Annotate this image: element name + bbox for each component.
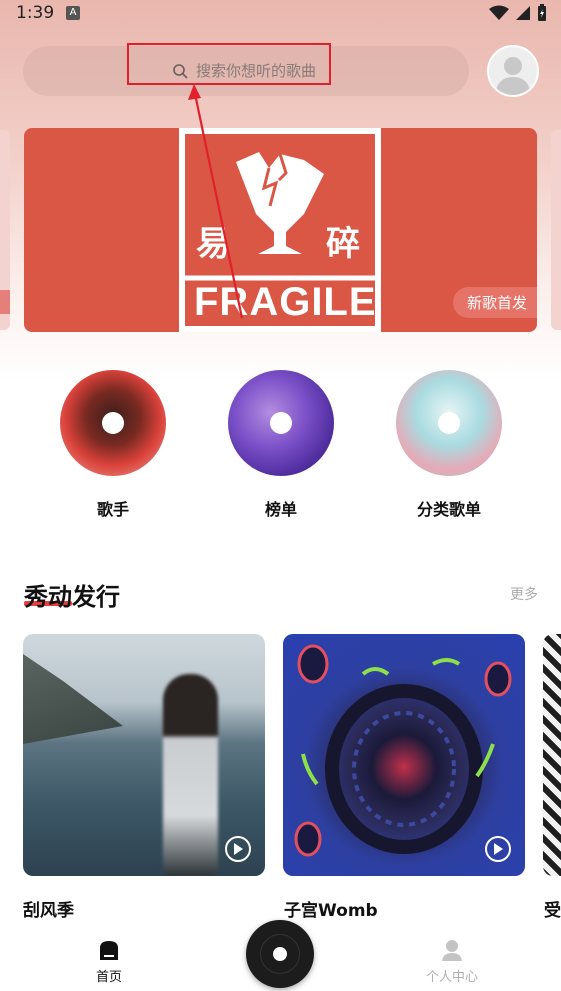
wifi-icon xyxy=(489,5,509,20)
singer-disc xyxy=(60,370,166,476)
nav-profile[interactable]: 个人中心 xyxy=(412,938,492,985)
status-bar: 1:39 A xyxy=(0,0,561,28)
user-icon xyxy=(442,940,462,961)
user-icon xyxy=(495,57,531,95)
category-label: 歌手 xyxy=(96,500,129,519)
play-button[interactable] xyxy=(485,836,511,862)
category-label: 榜单 xyxy=(264,500,297,519)
play-button[interactable] xyxy=(225,836,251,862)
banner-art-char-left: 易 xyxy=(196,224,230,264)
category-label: 分类歌单 xyxy=(416,500,481,519)
home-icon xyxy=(100,941,118,960)
banner-badge: 新歌首发 xyxy=(452,287,537,318)
album-cover[interactable] xyxy=(283,634,525,876)
avatar[interactable] xyxy=(487,45,539,97)
playlists-disc xyxy=(396,370,502,476)
charts-disc xyxy=(228,370,334,476)
banner-art-fragile: FRAGILE xyxy=(194,280,377,324)
album-title: 刮风季 xyxy=(23,901,74,921)
album-title: 子宫Womb xyxy=(284,901,378,921)
album-cover[interactable] xyxy=(543,634,561,876)
album-art-peek xyxy=(543,634,561,876)
banner-next-peek[interactable] xyxy=(551,130,561,330)
album-cover[interactable] xyxy=(23,634,265,876)
nav-home-label: 首页 xyxy=(95,970,122,985)
featured-banner[interactable]: 易 碎 FRAGILE 新歌首发 xyxy=(24,128,537,332)
category-charts[interactable]: 榜单 xyxy=(226,370,336,520)
nav-profile-label: 个人中心 xyxy=(425,970,478,985)
section-title: 秀动发行 xyxy=(24,583,120,611)
album-art-figure xyxy=(163,674,218,876)
annotation-highlight-box xyxy=(127,43,331,85)
album-title: 受 xyxy=(544,901,561,921)
play-icon xyxy=(234,843,243,855)
signal-icon xyxy=(516,6,530,20)
nav-home[interactable]: 首页 xyxy=(69,938,149,985)
battery-icon xyxy=(538,4,546,21)
more-link[interactable]: 更多 xyxy=(510,584,538,604)
status-icons xyxy=(489,4,547,22)
banner-art-char-right: 碎 xyxy=(326,224,360,264)
category-singer[interactable]: 歌手 xyxy=(58,370,168,520)
category-playlists[interactable]: 分类歌单 xyxy=(394,370,504,520)
disc-center xyxy=(273,947,287,961)
status-time: 1:39 xyxy=(16,3,55,23)
play-icon xyxy=(494,843,503,855)
notification-a-icon: A xyxy=(66,6,80,20)
banner-prev-peek[interactable] xyxy=(0,130,10,330)
now-playing-disc[interactable] xyxy=(246,920,314,988)
